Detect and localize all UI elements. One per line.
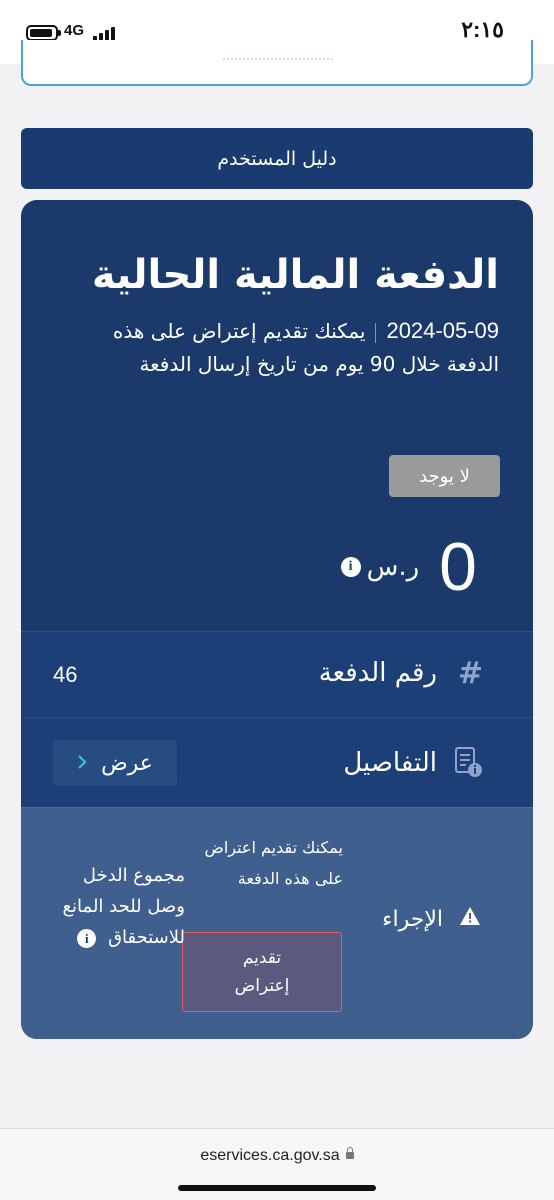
action-description: يمكنك تقديم اعتراض على هذه الدفعة [204, 838, 343, 888]
status-badge: لا يوجد [389, 455, 500, 497]
view-button-label: عرض [101, 750, 153, 776]
chevron-right-icon [77, 751, 87, 775]
browser-bar: eservices.ca.gov.sa [0, 1128, 554, 1200]
payment-number-row: # رقم الدفعة 46 [21, 631, 533, 717]
payment-number-label: رقم الدفعة [318, 658, 437, 688]
currency-label: ر.س [366, 552, 420, 582]
details-label: التفاصيل [343, 748, 437, 778]
action-label-group: الإجراء [382, 906, 481, 932]
url-text: eservices.ca.gov.sa [200, 1147, 340, 1164]
battery-icon [26, 25, 61, 41]
submit-objection-button[interactable]: تقديم إعتراض [182, 932, 342, 1012]
home-indicator[interactable] [178, 1185, 376, 1191]
previous-card [21, 40, 533, 86]
action-row: الإجراء يمكنك تقديم اعتراض على هذه الدفع… [21, 807, 533, 1039]
details-row: التفاصيل عرض [21, 717, 533, 807]
info-icon[interactable]: i [340, 557, 361, 577]
amount: 0 ر.س i [340, 522, 477, 612]
current-payment-card: الدفعة المالية الحالية 2024-05-09يمكنك ت… [21, 200, 533, 1039]
url-bar[interactable]: eservices.ca.gov.sa [0, 1147, 554, 1165]
info-icon[interactable]: i [77, 928, 97, 948]
payment-description: 2024-05-09يمكنك تقديم إعتراض على هذه الد… [59, 314, 499, 381]
payment-date: 2024-05-09 [386, 318, 499, 343]
action-label: الإجراء [382, 906, 443, 932]
network-label: 4G [64, 22, 85, 39]
user-guide-label: دليل المستخدم [217, 147, 337, 170]
payment-number-value: 46 [53, 662, 78, 687]
hash-icon: # [457, 656, 483, 691]
view-details-button[interactable]: عرض [53, 740, 177, 786]
warning-icon [459, 906, 481, 932]
divider [375, 322, 377, 343]
lock-icon [345, 1147, 354, 1160]
document-info-icon [453, 746, 483, 782]
submit-objection-label: تقديم إعتراض [234, 948, 290, 996]
page-title: الدفعة المالية الحالية [91, 252, 499, 298]
status-badge-label: لا يوجد [419, 465, 470, 487]
amount-currency: ر.س i [340, 552, 420, 582]
user-guide-button[interactable]: دليل المستخدم [21, 128, 533, 189]
eligibility-note: مجموع الدخل وصل للحد المانع للاستحقاق i [57, 860, 185, 953]
amount-value: 0 [439, 529, 477, 605]
